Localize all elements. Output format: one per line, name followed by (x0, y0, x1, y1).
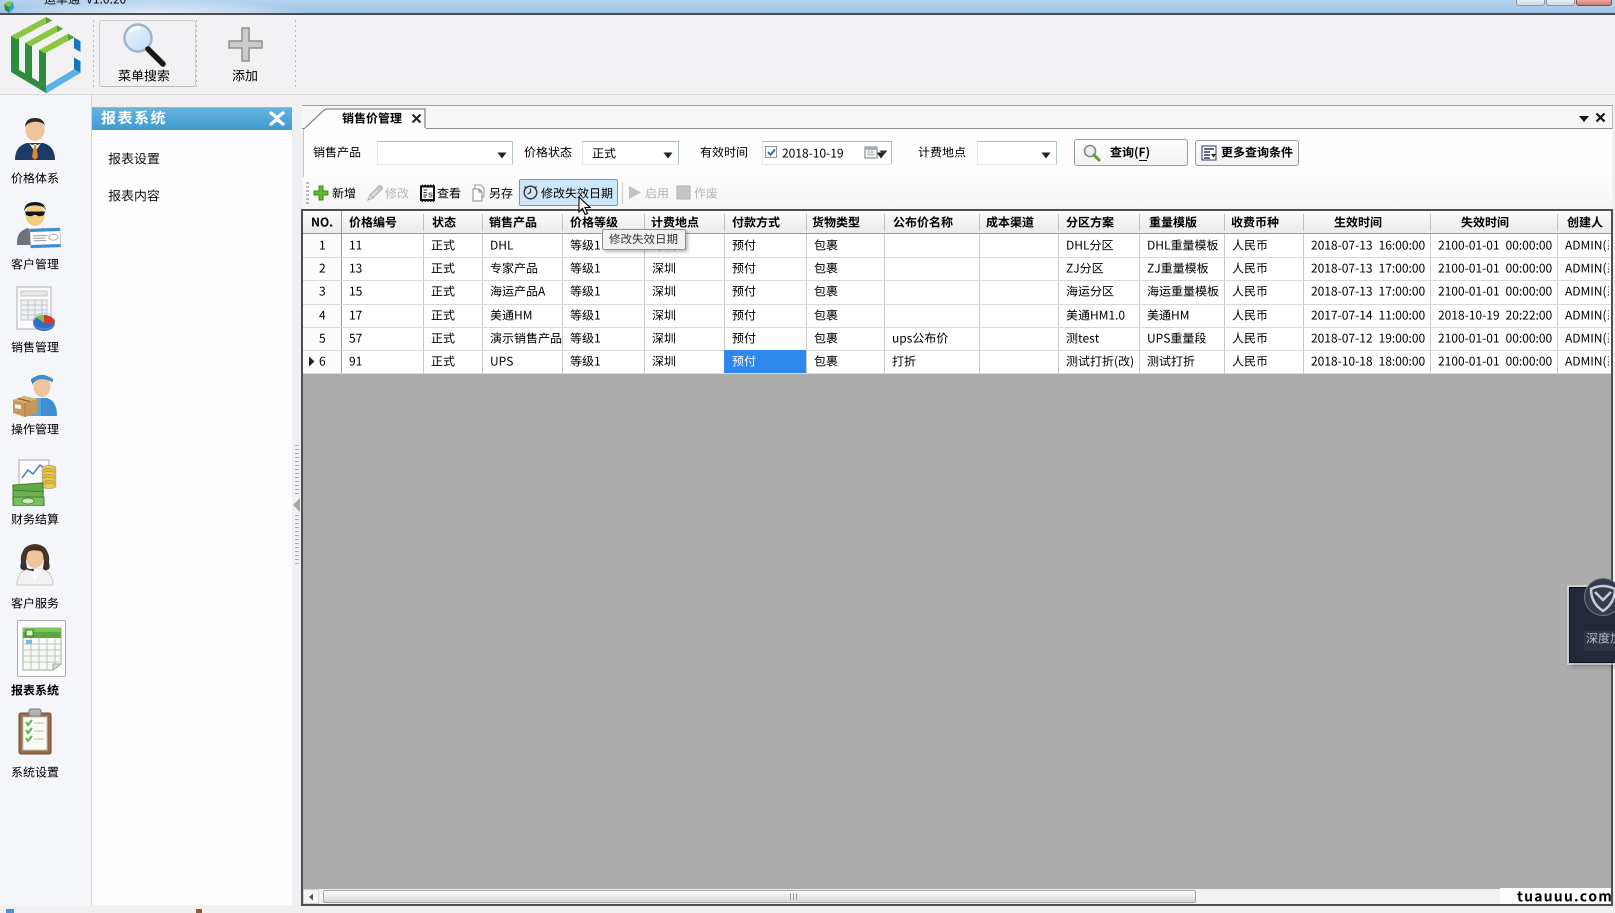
svg-text:s: s (428, 190, 433, 200)
